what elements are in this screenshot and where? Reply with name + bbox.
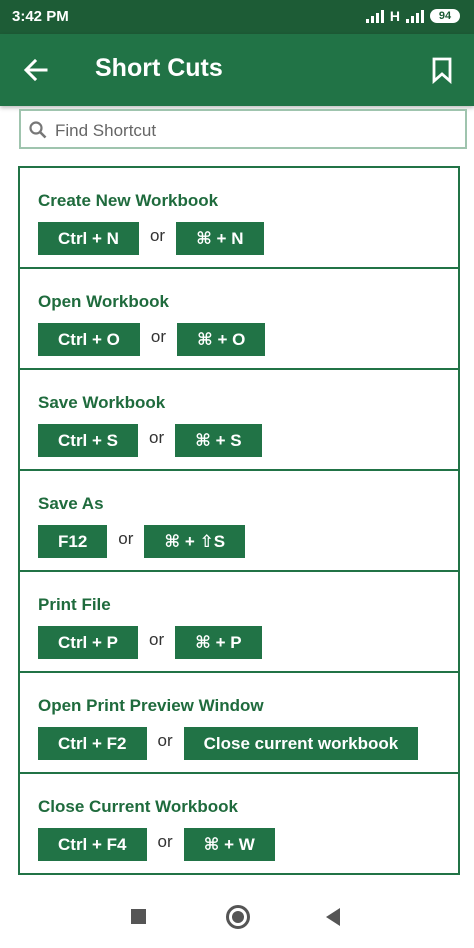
- shortcut-item: Print File Ctrl + P or ⌘ + P: [20, 572, 458, 673]
- bookmark-icon: [432, 57, 452, 85]
- mac-shortcut-key[interactable]: ⌘ + S: [175, 424, 262, 457]
- network-type: H: [389, 8, 400, 24]
- status-indicators: H 94: [365, 8, 460, 24]
- or-separator: or: [149, 629, 165, 649]
- shortcut-item: Open Workbook Ctrl + O or ⌘ + O: [20, 269, 458, 370]
- signal-icon-2: [406, 9, 424, 23]
- navigation-bar: [0, 886, 474, 948]
- search-icon: [29, 121, 47, 139]
- search-box[interactable]: [19, 109, 467, 149]
- shortcut-label: Save As: [38, 494, 104, 513]
- mac-shortcut-key[interactable]: Close current workbook: [183, 727, 419, 760]
- recent-apps-button[interactable]: [131, 909, 146, 924]
- shortcut-item: Open Print Preview Window Ctrl + F2 or Clos…: [20, 673, 458, 774]
- shortcut-keys: Ctrl + F2 or Close current workbook: [38, 727, 419, 760]
- bookmark-button[interactable]: [430, 56, 454, 85]
- shortcut-label: Save Workbook: [38, 393, 166, 412]
- shortcut-item: Close Current Workbook Ctrl + F4 or ⌘ + W: [20, 774, 458, 875]
- windows-shortcut-key[interactable]: F12: [38, 525, 108, 558]
- shortcut-keys: Ctrl + N or ⌘ + N: [38, 222, 264, 255]
- shortcut-list: Create New Workbook Ctrl + N or ⌘ + N Open W…: [18, 166, 460, 875]
- status-bar: 3:42 PM H 94: [0, 0, 474, 34]
- shortcut-label: Close Current Workbook: [38, 797, 238, 816]
- home-button[interactable]: [226, 905, 250, 929]
- shortcut-label: Create New Workbook: [38, 191, 219, 210]
- status-time: 3:42 PM: [12, 8, 69, 25]
- search-input[interactable]: [53, 117, 457, 145]
- shortcut-keys: Ctrl + F4 or ⌘ + W: [38, 828, 275, 861]
- shortcut-keys: Ctrl + P or ⌘ + P: [38, 626, 262, 659]
- mac-shortcut-key[interactable]: ⌘ + O: [177, 323, 266, 356]
- shortcut-label: Open Print Preview Window: [38, 696, 264, 715]
- or-separator: or: [150, 326, 166, 346]
- shortcut-keys: Ctrl + S or ⌘ + S: [38, 424, 262, 457]
- arrow-left-icon: [23, 58, 48, 82]
- windows-shortcut-key[interactable]: Ctrl + N: [38, 222, 139, 255]
- or-separator: or: [149, 427, 165, 447]
- shortcut-keys: F12 or ⌘ + ⇧S: [38, 525, 246, 558]
- or-separator: or: [149, 225, 166, 245]
- shortcut-keys: Ctrl + O or ⌘ + O: [38, 323, 266, 356]
- windows-shortcut-key[interactable]: Ctrl + S: [38, 424, 138, 457]
- or-separator: or: [157, 831, 173, 851]
- windows-shortcut-key[interactable]: Ctrl + F2: [38, 727, 147, 760]
- or-separator: or: [118, 528, 134, 548]
- signal-icon: [365, 9, 384, 23]
- battery-icon: 94: [430, 9, 460, 23]
- app-bar: Short Cuts: [0, 34, 474, 106]
- windows-shortcut-key[interactable]: Ctrl + P: [38, 626, 138, 659]
- windows-shortcut-key[interactable]: Ctrl + F4: [38, 828, 147, 861]
- mac-shortcut-key[interactable]: ⌘ + P: [175, 626, 262, 659]
- mac-shortcut-key[interactable]: ⌘ + W: [183, 828, 275, 861]
- nav-back-button[interactable]: [326, 908, 340, 926]
- shortcut-item: Save As F12 or ⌘ + ⇧S: [20, 471, 458, 572]
- shortcut-label: Open Workbook: [38, 292, 169, 311]
- shortcut-item: Create New Workbook Ctrl + N or ⌘ + N: [20, 168, 458, 269]
- mac-shortcut-key[interactable]: ⌘ + N: [176, 222, 264, 255]
- windows-shortcut-key[interactable]: Ctrl + O: [38, 323, 140, 356]
- back-button[interactable]: [22, 56, 50, 84]
- shortcut-label: Print File: [38, 595, 111, 614]
- or-separator: or: [157, 730, 173, 750]
- mac-shortcut-key[interactable]: ⌘ + ⇧S: [144, 525, 246, 558]
- page-title: Short Cuts: [95, 54, 223, 82]
- shortcut-item: Save Workbook Ctrl + S or ⌘ + S: [20, 370, 458, 471]
